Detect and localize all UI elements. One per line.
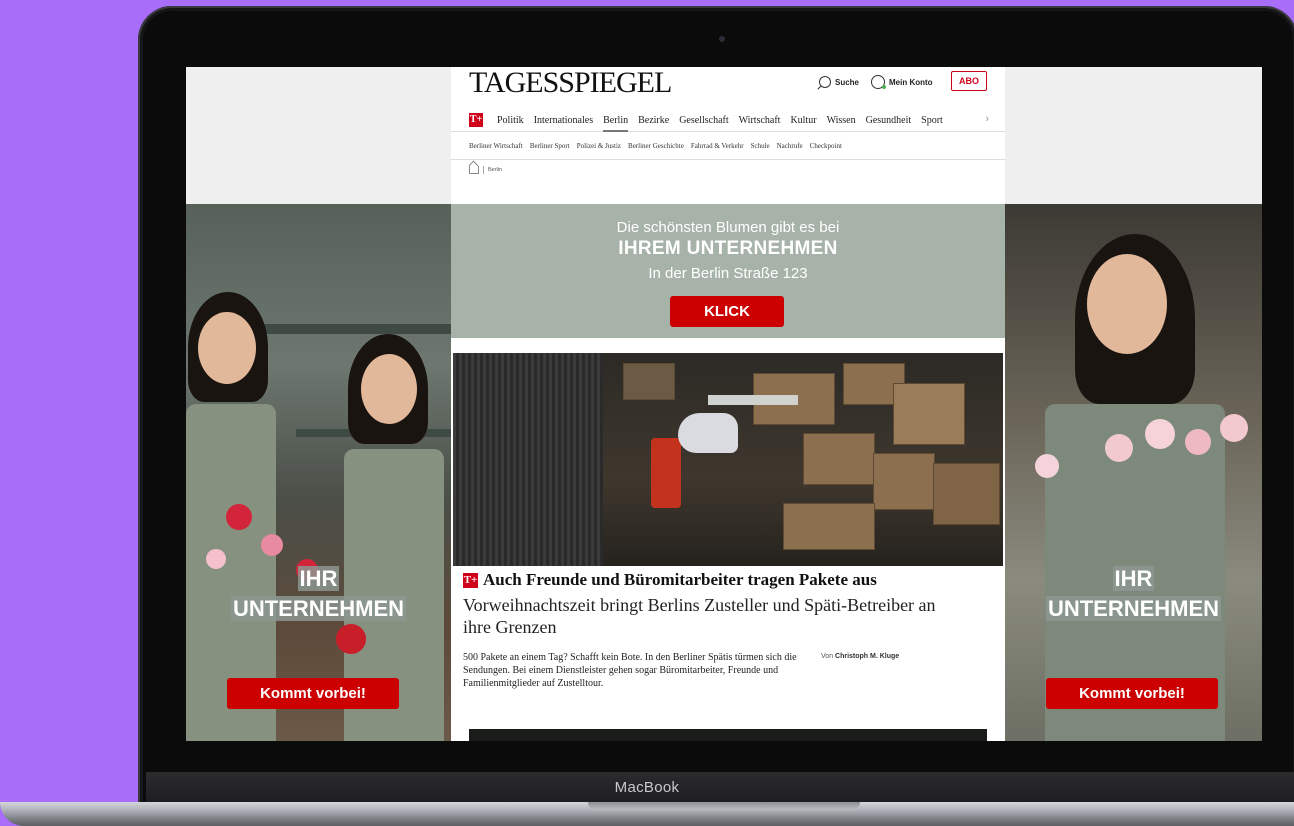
nav-item-berlin[interactable]: Berlin: [603, 115, 629, 132]
banner-ad-line1: Die schönsten Blumen gibt es bei: [616, 219, 840, 236]
flower-graphic: [261, 534, 283, 556]
search-label: Suche: [835, 77, 860, 87]
flower-graphic: [1035, 454, 1059, 478]
banner-ad-line2: IHREM UNTERNEHMEN: [618, 238, 838, 259]
search-icon: [819, 76, 831, 88]
secondary-nav-items: Berliner Wirtschaft Berliner Sport Polizei…: [469, 142, 849, 150]
side-ad-right-line1: IHR: [1112, 566, 1155, 591]
site-logo[interactable]: TAGESSPIEGEL: [469, 68, 672, 98]
next-article-image[interactable]: [469, 729, 987, 741]
parcel-graphic: [933, 463, 1000, 525]
primary-nav: T+ Politik Internationales Berlin Bezirke Ge…: [451, 109, 1005, 132]
article-headline[interactable]: T+ Auch Freunde und Büromitarbeiter trag…: [463, 570, 877, 590]
parcel-graphic: [678, 413, 738, 453]
subnav-item[interactable]: Checkpoint: [810, 142, 842, 150]
home-icon[interactable]: [469, 166, 479, 174]
flower-graphic: [1105, 434, 1133, 462]
flower-graphic: [1185, 429, 1211, 455]
side-ad-left-button[interactable]: Kommt vorbei!: [227, 678, 399, 709]
person-face: [361, 354, 417, 424]
article-teaser[interactable]: T+ Auch Freunde und Büromitarbeiter trag…: [459, 566, 995, 704]
nav-item-wirtschaft[interactable]: Wirtschaft: [739, 115, 781, 132]
account-label: Mein Konto: [889, 77, 933, 87]
nav-item-wissen[interactable]: Wissen: [827, 115, 856, 132]
breadcrumb-current[interactable]: Berlin: [488, 167, 502, 173]
nav-item-bezirke[interactable]: Bezirke: [638, 115, 669, 132]
banner-ad[interactable]: Die schönsten Blumen gibt es bei IHREM U…: [451, 204, 1005, 338]
parcel-graphic: [623, 363, 675, 400]
banner-ad-button[interactable]: KLICK: [670, 296, 784, 327]
nav-item-internationales[interactable]: Internationales: [534, 115, 593, 132]
subnav-item[interactable]: Nachrufe: [777, 142, 803, 150]
person-face: [198, 312, 256, 384]
laptop-base-notch: [588, 802, 860, 810]
breadcrumb: Berlin: [469, 166, 502, 174]
parcel-graphic: [873, 453, 935, 510]
parcel-graphic: [783, 503, 875, 550]
worker-graphic: [651, 438, 681, 508]
nav-item-kultur[interactable]: Kultur: [790, 115, 816, 132]
flower-graphic: [336, 624, 366, 654]
side-ad-right[interactable]: IHR UNTERNEHMEN Kommt vorbei!: [1005, 204, 1262, 741]
side-ad-left-line2: UNTERNEHMEN: [230, 596, 407, 621]
person-face: [1087, 254, 1167, 354]
subnav-item[interactable]: Polizei & Justiz: [577, 142, 621, 150]
nav-item-gesundheit[interactable]: Gesundheit: [866, 115, 912, 132]
author-prefix: Von: [821, 653, 834, 660]
side-ad-right-text: IHR UNTERNEHMEN: [1005, 564, 1262, 624]
browser-viewport: IHR UNTERNEHMEN Kommt vorbei! IHR UNTERN…: [186, 67, 1262, 741]
nav-item-sport[interactable]: Sport: [921, 115, 943, 132]
parcel-graphic: [893, 383, 965, 445]
article-subline[interactable]: Vorweihnachtszeit bringt Berlins Zustell…: [463, 594, 963, 638]
side-ad-right-line2: UNTERNEHMEN: [1045, 596, 1222, 621]
flower-graphic: [226, 504, 252, 530]
search-button[interactable]: Suche: [819, 76, 859, 88]
account-button[interactable]: Mein Konto: [871, 75, 933, 89]
subnav-item[interactable]: Berliner Wirtschaft: [469, 142, 523, 150]
nav-item-politik[interactable]: Politik: [497, 115, 524, 132]
article-teaser-text: 500 Pakete an einem Tag? Schafft kein Bo…: [463, 652, 797, 689]
side-ad-right-button[interactable]: Kommt vorbei!: [1046, 678, 1218, 709]
secondary-nav: Berliner Wirtschaft Berliner Sport Polizei…: [451, 137, 1005, 160]
chevron-right-icon[interactable]: ›: [985, 113, 989, 125]
camera-icon: [719, 36, 725, 42]
subnav-item[interactable]: Berliner Geschichte: [628, 142, 684, 150]
parcel-graphic: [803, 433, 875, 485]
side-ad-left-text: IHR UNTERNEHMEN: [186, 564, 451, 624]
subnav-item[interactable]: Berliner Sport: [530, 142, 570, 150]
flower-graphic: [1220, 414, 1248, 442]
flower-graphic: [1145, 419, 1175, 449]
side-ad-left-line1: IHR: [297, 566, 340, 591]
article-image[interactable]: [453, 353, 1003, 566]
content-column: TAGESSPIEGEL Suche Mein Konto ABO T+ Pol…: [451, 67, 1005, 741]
device-brand-label: MacBook: [614, 779, 680, 796]
author-name[interactable]: Christoph M. Kluge: [835, 653, 899, 660]
lamp-graphic: [708, 395, 798, 405]
shelf-graphic: [453, 353, 603, 566]
side-ad-left[interactable]: IHR UNTERNEHMEN Kommt vorbei!: [186, 204, 451, 741]
shelf-graphic: [246, 324, 451, 334]
primary-nav-items: Politik Internationales Berlin Bezirke Gesel…: [497, 115, 953, 132]
banner-ad-line3: In der Berlin Straße 123: [648, 265, 808, 282]
breadcrumb-separator: [483, 166, 484, 174]
user-icon: [871, 75, 886, 89]
abo-button[interactable]: ABO: [951, 71, 987, 91]
article-author: Von Christoph M. Kluge: [821, 653, 899, 660]
subnav-item[interactable]: Schule: [751, 142, 770, 150]
plus-badge-icon[interactable]: T+: [469, 113, 483, 127]
article-headline-text: Auch Freunde und Büromitarbeiter tragen …: [483, 570, 877, 589]
plus-badge-icon: T+: [463, 572, 478, 588]
subnav-item[interactable]: Fahrrad & Verkehr: [691, 142, 744, 150]
nav-item-gesellschaft[interactable]: Gesellschaft: [679, 115, 728, 132]
